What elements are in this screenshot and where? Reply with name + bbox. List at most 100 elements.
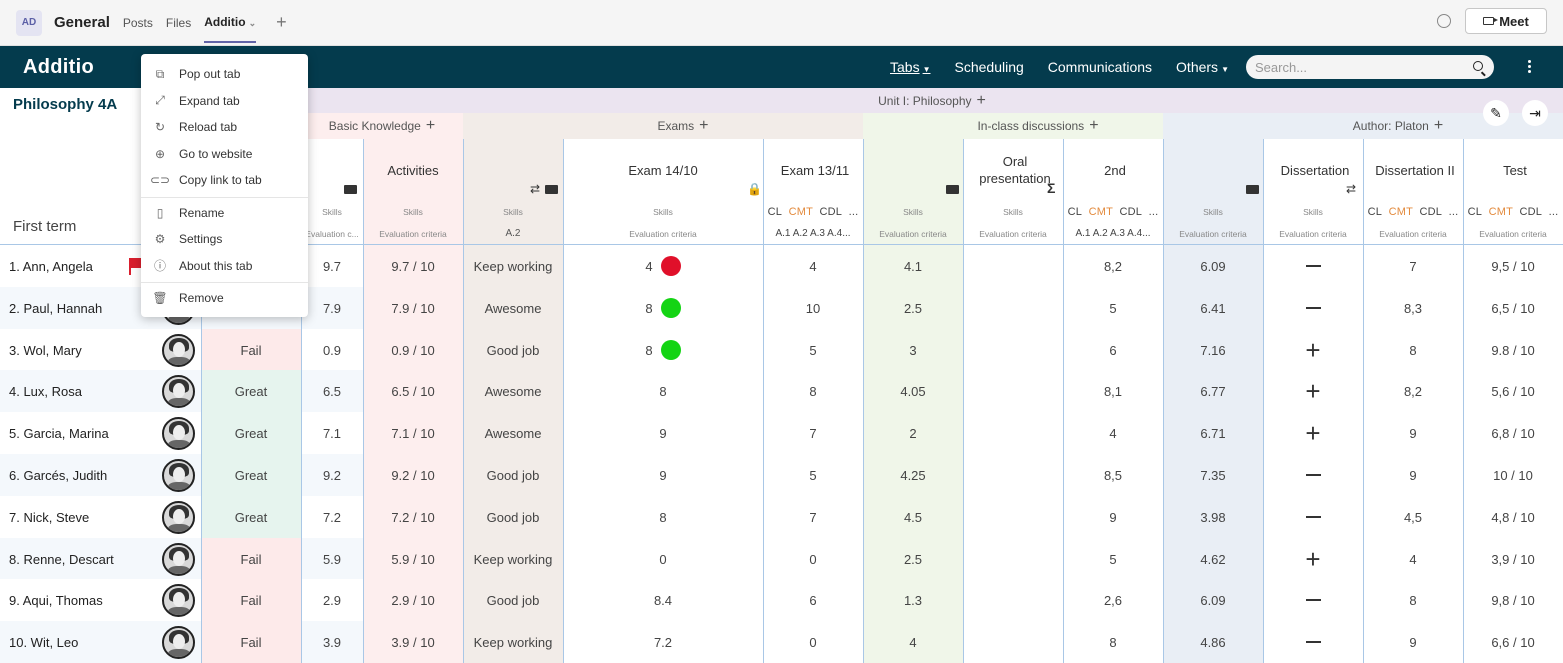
author-avg-cell[interactable]: 6.77 bbox=[1163, 370, 1263, 412]
table-row[interactable]: 4. Lux, Rosa Great 6.5 6.5 / 10 Awesome 8 8 4.0… bbox=[0, 370, 1563, 412]
search-input[interactable] bbox=[1246, 55, 1494, 79]
menu-item-about[interactable]: ⓘ About this tab bbox=[141, 253, 308, 280]
test-cell[interactable]: 3,9 / 10 bbox=[1463, 538, 1563, 580]
menu-item-pop-out[interactable]: ⧉ Pop out tab bbox=[141, 61, 308, 88]
dissertation-cell[interactable]: + bbox=[1263, 412, 1363, 454]
student-name[interactable]: 9. Aqui, Thomas bbox=[0, 579, 155, 621]
skill-cell[interactable]: 9.2 bbox=[301, 454, 363, 496]
second-cell[interactable]: 8,5 bbox=[1063, 454, 1163, 496]
group-basic-knowledge[interactable]: Basic Knowledge + bbox=[301, 113, 463, 139]
table-row[interactable]: 7. Nick, Steve Great 7.2 7.2 / 10 Good job 8 7… bbox=[0, 496, 1563, 538]
team-avatar[interactable]: AD bbox=[16, 9, 42, 36]
test-cell[interactable]: 6,5 / 10 bbox=[1463, 287, 1563, 329]
dissertation-cell[interactable]: + bbox=[1263, 370, 1363, 412]
student-avatar[interactable] bbox=[161, 333, 195, 367]
table-row[interactable]: 10. Wit, Leo Fail 3.9 3.9 / 10 Keep working 7… bbox=[0, 621, 1563, 663]
activities-cell[interactable]: 7.2 / 10 bbox=[363, 496, 463, 538]
student-name[interactable]: 4. Lux, Rosa bbox=[0, 370, 155, 412]
status-cell[interactable]: Fail bbox=[201, 538, 301, 580]
skill-cell[interactable]: 6.5 bbox=[301, 370, 363, 412]
author-avg-cell[interactable]: 6.71 bbox=[1163, 412, 1263, 454]
col-activities[interactable]: Activities bbox=[363, 139, 463, 201]
discussion-avg-cell[interactable]: 4.1 bbox=[863, 245, 963, 287]
student-name[interactable]: 6. Garcés, Judith bbox=[0, 454, 155, 496]
folder-icon[interactable] bbox=[545, 185, 558, 194]
nav-communications[interactable]: Communications bbox=[1048, 59, 1152, 75]
student-avatar[interactable] bbox=[161, 374, 195, 408]
author-avg-cell[interactable]: 6.09 bbox=[1163, 245, 1263, 287]
second-cell[interactable]: 5 bbox=[1063, 538, 1163, 580]
sync-icon[interactable]: ⇄ bbox=[530, 182, 540, 196]
dissertation-cell[interactable] bbox=[1263, 287, 1363, 329]
dissertation-cell[interactable] bbox=[1263, 496, 1363, 538]
menu-item-rename[interactable]: ▯ Rename bbox=[141, 200, 308, 227]
status-cell[interactable]: Great bbox=[201, 412, 301, 454]
meet-button[interactable]: Meet bbox=[1465, 8, 1547, 34]
student-name[interactable]: 7. Nick, Steve bbox=[0, 496, 155, 538]
col-second[interactable]: 2nd bbox=[1063, 139, 1167, 201]
activities-cell[interactable]: 2.9 / 10 bbox=[363, 579, 463, 621]
exam2-cell[interactable]: 7 bbox=[763, 496, 863, 538]
dissertation2-cell[interactable]: 7 bbox=[1363, 245, 1463, 287]
test-cell[interactable]: 9,8 / 10 bbox=[1463, 579, 1563, 621]
exam1-cell[interactable]: 9 bbox=[563, 412, 763, 454]
activities-cell[interactable]: 6.5 / 10 bbox=[363, 370, 463, 412]
exam2-cell[interactable]: 10 bbox=[763, 287, 863, 329]
author-avg-cell[interactable]: 6.41 bbox=[1163, 287, 1263, 329]
menu-item-settings[interactable]: ⚙ Settings bbox=[141, 226, 308, 253]
author-avg-cell[interactable]: 6.09 bbox=[1163, 579, 1263, 621]
add-icon[interactable]: + bbox=[1089, 117, 1098, 135]
student-avatar[interactable] bbox=[161, 500, 195, 534]
discussion-avg-cell[interactable]: 1.3 bbox=[863, 579, 963, 621]
test-cell[interactable]: 5,6 / 10 bbox=[1463, 370, 1563, 412]
discussion-avg-cell[interactable]: 2.5 bbox=[863, 538, 963, 580]
comment-cell[interactable]: Keep working bbox=[463, 538, 563, 580]
dissertation-cell[interactable]: + bbox=[1263, 329, 1363, 371]
discussion-avg-cell[interactable]: 4 bbox=[863, 621, 963, 663]
oral-cell[interactable] bbox=[963, 579, 1063, 621]
oral-cell[interactable] bbox=[963, 538, 1063, 580]
col-exam-1[interactable]: Exam 14/10 bbox=[563, 139, 763, 201]
tab-files[interactable]: Files bbox=[166, 16, 191, 30]
nav-scheduling[interactable]: Scheduling bbox=[955, 59, 1024, 75]
student-name[interactable]: 2. Paul, Hannah bbox=[0, 287, 155, 329]
oral-cell[interactable] bbox=[963, 621, 1063, 663]
comment-cell[interactable]: Awesome bbox=[463, 412, 563, 454]
exam2-cell[interactable]: 8 bbox=[763, 370, 863, 412]
table-row[interactable]: 3. Wol, Mary Fail 0.9 0.9 / 10 Good job 8 5 3 6 7… bbox=[0, 329, 1563, 371]
tab-posts[interactable]: Posts bbox=[123, 16, 153, 30]
student-name[interactable]: 3. Wol, Mary bbox=[0, 329, 155, 371]
col-exam-2[interactable]: Exam 13/11 bbox=[763, 139, 867, 201]
discussion-avg-cell[interactable]: 2.5 bbox=[863, 287, 963, 329]
second-cell[interactable]: 8,2 bbox=[1063, 245, 1163, 287]
table-row[interactable]: 9. Aqui, Thomas Fail 2.9 2.9 / 10 Good job 8.… bbox=[0, 579, 1563, 621]
tab-additio[interactable]: Additio ⌄ bbox=[204, 15, 256, 43]
dissertation-cell[interactable] bbox=[1263, 579, 1363, 621]
skill-cell[interactable]: 3.9 bbox=[301, 621, 363, 663]
folder-icon[interactable] bbox=[344, 185, 357, 194]
oral-cell[interactable] bbox=[963, 412, 1063, 454]
menu-item-website[interactable]: ⊕ Go to website bbox=[141, 141, 308, 168]
discussion-avg-cell[interactable]: 4.5 bbox=[863, 496, 963, 538]
table-row[interactable]: 8. Renne, Descart Fail 5.9 5.9 / 10 Keep wor… bbox=[0, 538, 1563, 580]
second-cell[interactable]: 4 bbox=[1063, 412, 1163, 454]
group-discussions[interactable]: In-class discussions + bbox=[863, 113, 1213, 139]
exam2-cell[interactable]: 4 bbox=[763, 245, 863, 287]
additio-logo[interactable]: Additio bbox=[23, 56, 94, 79]
dissertation2-cell[interactable]: 8,2 bbox=[1363, 370, 1463, 412]
oral-cell[interactable] bbox=[963, 454, 1063, 496]
second-cell[interactable]: 8,1 bbox=[1063, 370, 1163, 412]
status-cell[interactable]: Fail bbox=[201, 579, 301, 621]
oral-cell[interactable] bbox=[963, 370, 1063, 412]
second-cell[interactable]: 6 bbox=[1063, 329, 1163, 371]
skill-cell[interactable]: 7.1 bbox=[301, 412, 363, 454]
nav-others[interactable]: Others ▼ bbox=[1176, 59, 1229, 75]
exam1-cell[interactable]: 9 bbox=[563, 454, 763, 496]
author-avg-cell[interactable]: 3.98 bbox=[1163, 496, 1263, 538]
exam2-cell[interactable]: 6 bbox=[763, 579, 863, 621]
test-cell[interactable]: 9.8 / 10 bbox=[1463, 329, 1563, 371]
comment-cell[interactable]: Good job bbox=[463, 454, 563, 496]
exam1-cell[interactable]: 7.2 bbox=[563, 621, 763, 663]
student-avatar[interactable] bbox=[161, 416, 195, 450]
exam2-cell[interactable]: 5 bbox=[763, 454, 863, 496]
